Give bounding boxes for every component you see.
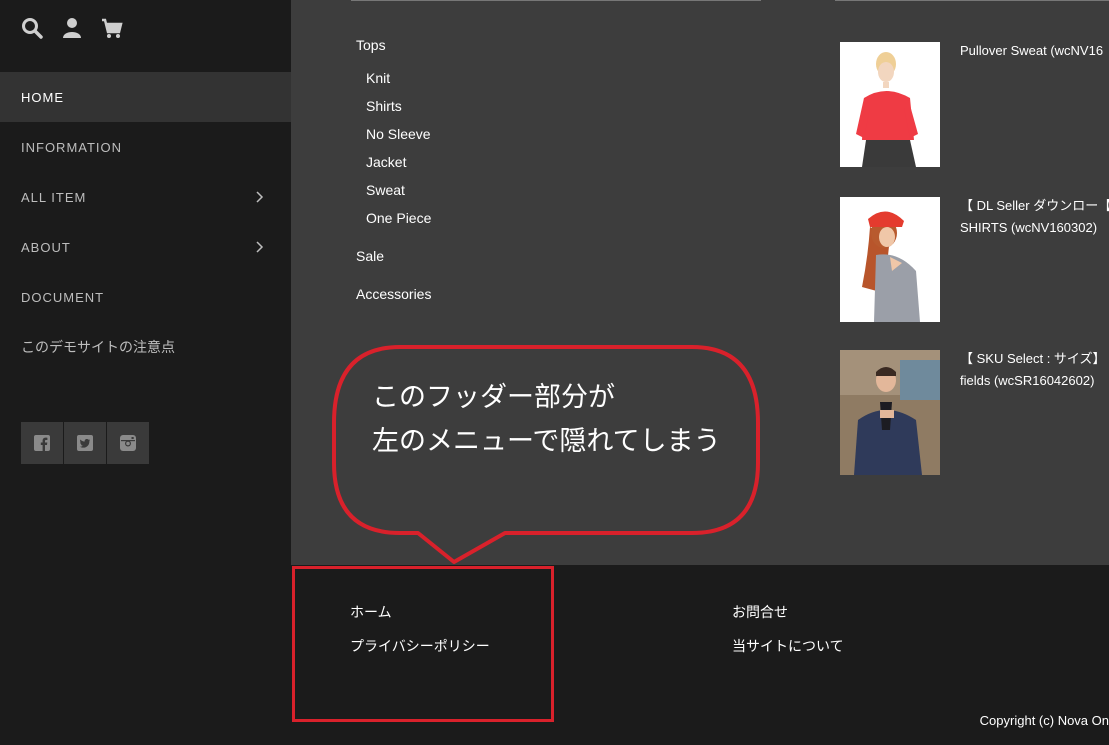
social-links	[21, 422, 149, 464]
category-no-sleeve[interactable]: No Sleeve	[366, 126, 431, 142]
category-tops[interactable]: Tops	[356, 37, 386, 53]
menu-item-label: ABOUT	[21, 239, 71, 255]
category-label: No Sleeve	[366, 126, 431, 142]
divider	[351, 0, 761, 1]
instagram-icon	[120, 435, 136, 451]
product-image[interactable]	[840, 42, 940, 167]
chevron-right-icon[interactable]	[255, 191, 265, 203]
product-title[interactable]: 【 DL Seller ダウンロー【 SHIRTS (wcNV160302)	[960, 195, 1109, 239]
instagram-button[interactable]	[107, 422, 149, 464]
sidebar-menu: HOME INFORMATION ALL ITEM ABOUT DOCUMENT…	[0, 72, 291, 372]
category-one-piece[interactable]: One Piece	[366, 210, 431, 226]
menu-item-label: ALL ITEM	[21, 189, 87, 205]
divider	[835, 0, 1109, 1]
search-icon[interactable]	[20, 16, 44, 40]
category-label: Accessories	[356, 286, 432, 302]
footer-link-about-site[interactable]: 当サイトについて	[732, 636, 844, 656]
twitter-icon	[77, 435, 93, 451]
top-icons	[20, 16, 124, 40]
menu-item-about[interactable]: ABOUT	[0, 222, 291, 272]
facebook-icon	[34, 435, 50, 451]
user-icon[interactable]	[60, 16, 84, 40]
copyright-text: Copyright (c) Nova On	[979, 713, 1109, 728]
menu-item-label: HOME	[21, 89, 64, 105]
footer-link-contact[interactable]: お問合せ	[732, 602, 788, 622]
menu-item-label: DOCUMENT	[21, 289, 105, 305]
twitter-button[interactable]	[64, 422, 106, 464]
category-jacket[interactable]: Jacket	[366, 154, 406, 170]
product-image[interactable]	[840, 197, 940, 322]
menu-item-information[interactable]: INFORMATION	[0, 122, 291, 172]
menu-item-label: このデモサイトの注意点	[21, 339, 175, 355]
chevron-right-icon[interactable]	[255, 241, 265, 253]
category-label: Shirts	[366, 98, 402, 114]
menu-item-all-item[interactable]: ALL ITEM	[0, 172, 291, 222]
menu-item-label: INFORMATION	[21, 139, 123, 155]
menu-item-demo-notes[interactable]: このデモサイトの注意点	[0, 322, 291, 372]
product-image[interactable]	[840, 350, 940, 475]
category-shirts[interactable]: Shirts	[366, 98, 402, 114]
category-label: Knit	[366, 70, 391, 86]
category-accessories[interactable]: Accessories	[356, 286, 431, 302]
annotation-highlight-box	[292, 566, 554, 722]
facebook-button[interactable]	[21, 422, 63, 464]
sidebar: HOME INFORMATION ALL ITEM ABOUT DOCUMENT…	[0, 0, 291, 745]
category-sweat[interactable]: Sweat	[366, 182, 405, 198]
category-label: Sale	[356, 248, 385, 264]
menu-item-home[interactable]: HOME	[0, 72, 291, 122]
product-title[interactable]: Pullover Sweat (wcNV16	[960, 40, 1103, 62]
product-title[interactable]: 【 SKU Select : サイズ】 fields (wcSR16042602…	[960, 348, 1106, 392]
category-label: Jacket	[366, 154, 407, 170]
category-label: Sweat	[366, 182, 405, 198]
category-knit[interactable]: Knit	[366, 70, 390, 86]
annotation-text: このフッダー部分が 左のメニューで隠れてしまう	[372, 382, 721, 457]
menu-item-document[interactable]: DOCUMENT	[0, 272, 291, 322]
category-sale[interactable]: Sale	[356, 248, 384, 264]
category-label: Tops	[356, 37, 386, 53]
cart-icon[interactable]	[100, 16, 124, 40]
category-label: One Piece	[366, 210, 432, 226]
